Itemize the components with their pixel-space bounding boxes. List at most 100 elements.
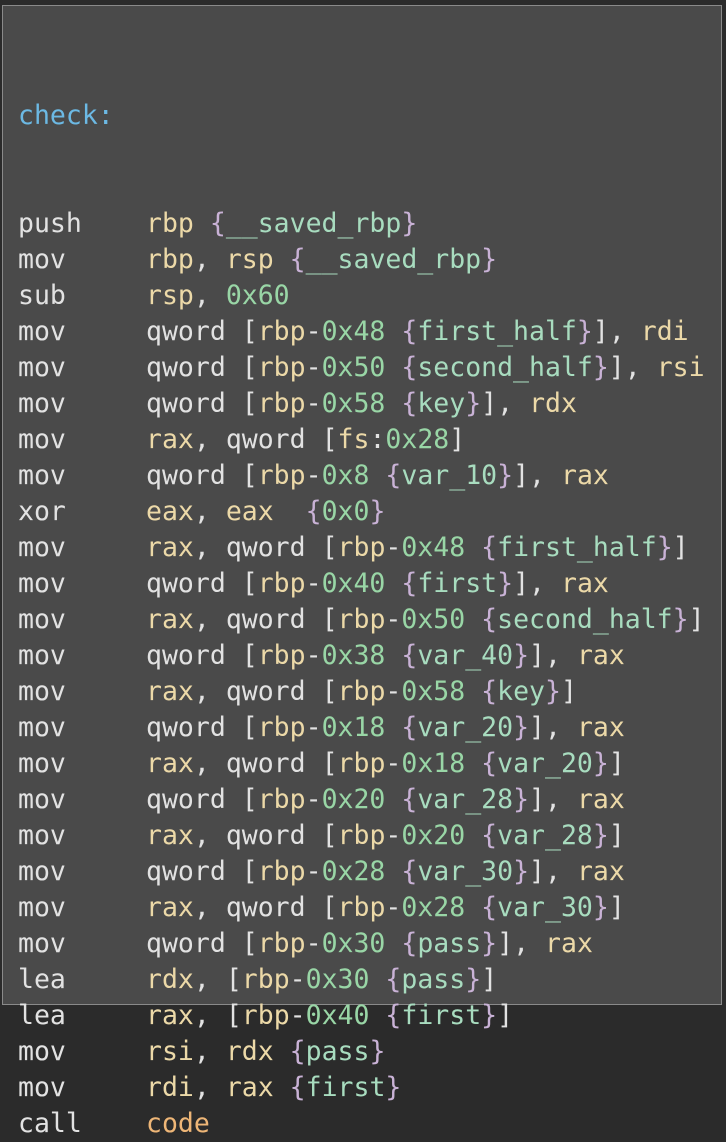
- variable-name[interactable]: second_half: [497, 604, 673, 635]
- number: 0x0: [321, 496, 370, 527]
- punctuation: -: [385, 820, 402, 851]
- mnemonic: mov: [18, 640, 66, 671]
- brace: }: [513, 712, 530, 743]
- punctuation: [: [321, 604, 338, 635]
- punctuation: ]: [529, 856, 545, 887]
- instruction-line[interactable]: mov qword [rbp-0x20 {var_28}], rax: [18, 782, 705, 818]
- variable-name[interactable]: first: [417, 568, 497, 599]
- instruction-line[interactable]: mov rax, qword [fs:0x28]: [18, 422, 705, 458]
- function-label[interactable]: check:: [18, 98, 705, 134]
- punctuation: [274, 1072, 290, 1103]
- size-keyword: qword: [146, 568, 226, 599]
- variable-name[interactable]: first: [306, 1072, 386, 1103]
- instruction-line[interactable]: push rbp {__saved_rbp}: [18, 206, 705, 242]
- punctuation: :: [369, 424, 386, 455]
- mnemonic: mov: [18, 892, 66, 923]
- size-keyword: qword: [146, 316, 226, 347]
- instruction-line[interactable]: mov qword [rbp-0x28 {var_30}], rax: [18, 854, 705, 890]
- operands: qword [rbp-0x28 {var_30}], rax: [146, 856, 625, 887]
- instruction-line[interactable]: mov qword [rbp-0x8 {var_10}], rax: [18, 458, 705, 494]
- variable-name[interactable]: var_28: [497, 820, 593, 851]
- instruction-line[interactable]: call code: [18, 1106, 705, 1142]
- instruction-line[interactable]: lea rax, [rbp-0x40 {first}]: [18, 998, 705, 1034]
- operands: rsp, 0x60: [146, 280, 290, 311]
- register: rbp: [241, 964, 290, 995]
- punctuation: ]: [608, 748, 625, 779]
- variable-name[interactable]: var_20: [497, 748, 593, 779]
- disassembly-panel: check: push rbp {__saved_rbp} mov rbp, rsp …: [2, 5, 722, 1139]
- variable-name[interactable]: var_40: [417, 640, 513, 671]
- brace: }: [369, 496, 386, 527]
- instruction-line[interactable]: mov rdi, rax {first}: [18, 1070, 705, 1106]
- brace: }: [497, 568, 514, 599]
- variable-name[interactable]: first: [401, 1000, 481, 1031]
- instruction-line[interactable]: xor eax, eax {0x0}: [18, 494, 705, 530]
- mnemonic: mov: [18, 604, 66, 635]
- punctuation: [: [225, 964, 242, 995]
- instruction-line[interactable]: mov rax, qword [rbp-0x50 {second_half}]: [18, 602, 705, 638]
- brace: {: [401, 568, 418, 599]
- punctuation: ,: [545, 712, 561, 743]
- variable-name[interactable]: first_half: [417, 316, 577, 347]
- instruction-line[interactable]: mov rax, qword [rbp-0x20 {var_28}]: [18, 818, 705, 854]
- mnemonic: call: [18, 1108, 82, 1139]
- punctuation: [369, 460, 385, 491]
- brace: {: [481, 604, 498, 635]
- instruction-line[interactable]: mov rbp, rsp {__saved_rbp}: [18, 242, 705, 278]
- punctuation: [465, 748, 481, 779]
- size-keyword: qword: [146, 388, 226, 419]
- punctuation: [385, 856, 401, 887]
- register: rbp: [146, 244, 194, 275]
- instruction-line[interactable]: mov rax, qword [rbp-0x58 {key}]: [18, 674, 705, 710]
- brace: }: [465, 964, 482, 995]
- punctuation: [: [321, 676, 338, 707]
- instruction-line[interactable]: mov qword [rbp-0x58 {key}], rdx: [18, 386, 705, 422]
- variable-name[interactable]: var_20: [417, 712, 513, 743]
- punctuation: [: [321, 424, 338, 455]
- variable-name[interactable]: pass: [417, 928, 481, 959]
- instruction-line[interactable]: mov rax, qword [rbp-0x28 {var_30}]: [18, 890, 705, 926]
- punctuation: -: [305, 388, 322, 419]
- punctuation: [210, 424, 226, 455]
- instruction-line[interactable]: mov rax, qword [rbp-0x18 {var_20}]: [18, 746, 705, 782]
- punctuation: [210, 1072, 226, 1103]
- variable-name[interactable]: second_half: [417, 352, 593, 383]
- punctuation: [385, 712, 401, 743]
- instruction-line[interactable]: mov qword [rbp-0x48 {first_half}], rdi: [18, 314, 705, 350]
- punctuation: ,: [193, 820, 210, 851]
- punctuation: ,: [529, 568, 546, 599]
- punctuation: ,: [193, 676, 210, 707]
- variable-name[interactable]: key: [417, 388, 465, 419]
- variable-name[interactable]: __saved_rbp: [306, 244, 482, 275]
- variable-name[interactable]: var_10: [401, 460, 497, 491]
- punctuation: [226, 352, 242, 383]
- variable-name[interactable]: pass: [306, 1036, 370, 1067]
- punctuation: [561, 856, 577, 887]
- instruction-line[interactable]: mov qword [rbp-0x38 {var_40}], rax: [18, 638, 705, 674]
- mnemonic: mov: [18, 532, 66, 563]
- variable-name[interactable]: pass: [401, 964, 465, 995]
- variable-name[interactable]: first_half: [497, 532, 657, 563]
- punctuation: ,: [193, 964, 210, 995]
- instruction-line[interactable]: lea rdx, [rbp-0x30 {pass}]: [18, 962, 705, 998]
- variable-name[interactable]: __saved_rbp: [226, 208, 402, 239]
- variable-name[interactable]: key: [497, 676, 545, 707]
- instruction-line[interactable]: mov rsi, rdx {pass}: [18, 1034, 705, 1070]
- variable-name[interactable]: var_30: [497, 892, 593, 923]
- instruction-line[interactable]: mov qword [rbp-0x30 {pass}], rax: [18, 926, 705, 962]
- punctuation: ]: [560, 676, 577, 707]
- instruction-line[interactable]: mov qword [rbp-0x18 {var_20}], rax: [18, 710, 705, 746]
- punctuation: ]: [592, 316, 609, 347]
- mnemonic: mov: [18, 748, 66, 779]
- variable-name[interactable]: var_30: [417, 856, 513, 887]
- instruction-line[interactable]: mov rax, qword [rbp-0x48 {first_half}]: [18, 530, 705, 566]
- mnemonic: xor: [18, 496, 66, 527]
- instruction-line[interactable]: sub rsp, 0x60: [18, 278, 705, 314]
- variable-name[interactable]: var_28: [417, 784, 513, 815]
- brace: {: [401, 856, 418, 887]
- brace: }: [385, 1072, 402, 1103]
- instruction-line[interactable]: mov qword [rbp-0x50 {second_half}], rsi: [18, 350, 705, 386]
- punctuation: -: [385, 604, 402, 635]
- function-reference[interactable]: code: [146, 1108, 210, 1139]
- instruction-line[interactable]: mov qword [rbp-0x40 {first}], rax: [18, 566, 705, 602]
